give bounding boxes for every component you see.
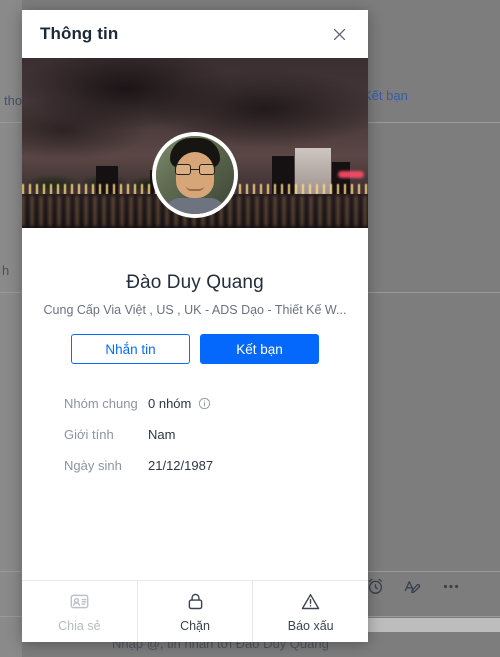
detail-label: Giới tính — [64, 427, 114, 442]
profile-avatar[interactable] — [152, 132, 238, 218]
share-button[interactable]: Chia sẻ — [22, 581, 137, 642]
block-label: Chặn — [180, 618, 210, 633]
cover-neon-sign — [338, 171, 364, 178]
identity-block: Đào Duy Quang Cung Cấp Via Việt , US , U… — [22, 228, 368, 364]
detail-row-gender: Giới tính Nam — [64, 419, 326, 450]
profile-name: Đào Duy Quang — [126, 272, 264, 293]
warning-triangle-icon — [300, 591, 321, 612]
detail-value: Nam — [148, 427, 176, 442]
message-button[interactable]: Nhắn tin — [71, 334, 190, 364]
profile-info-dialog: Thông tin Đào Duy Quang Cung Cấp Via Việ… — [22, 10, 368, 642]
avatar-image — [156, 136, 234, 214]
profile-details: Nhóm chung 0 nhóm Giới tính Nam Ngày sin… — [22, 388, 368, 481]
report-button[interactable]: Báo xấu — [252, 581, 368, 642]
report-label: Báo xấu — [287, 618, 334, 633]
add-friend-button[interactable]: Kết bạn — [200, 334, 319, 364]
share-label: Chia sẻ — [58, 618, 101, 633]
avatar-shoulders — [164, 198, 226, 214]
background-conversation-text-top: tho — [4, 93, 23, 108]
text-format-icon[interactable] — [403, 577, 422, 596]
avatar-smile — [186, 186, 204, 191]
dialog-header: Thông tin — [22, 10, 368, 58]
profile-actions: Nhắn tin Kết bạn — [38, 334, 352, 364]
more-options-icon[interactable] — [440, 577, 462, 596]
background-add-friend-link[interactable]: Kết bạn — [363, 88, 408, 103]
background-conversation-text-bottom: h — [2, 263, 10, 278]
detail-value: 0 nhóm — [148, 396, 192, 411]
dialog-title: Thông tin — [40, 24, 119, 43]
detail-label: Nhóm chung — [64, 396, 138, 411]
info-circle-icon[interactable] — [198, 397, 211, 410]
detail-label: Ngày sinh — [64, 458, 122, 473]
avatar-face — [176, 152, 214, 198]
dialog-spacer — [22, 481, 368, 580]
detail-value-wrap: 0 nhóm — [148, 396, 211, 411]
avatar-glasses — [175, 164, 215, 175]
contact-card-icon — [69, 591, 90, 612]
background-chat-toolbar — [366, 577, 462, 596]
profile-bio: Cung Cấp Via Việt , US , UK - ADS Dạo - … — [43, 303, 347, 317]
detail-row-birthday: Ngày sinh 21/12/1987 — [64, 450, 326, 481]
detail-value: 21/12/1987 — [148, 458, 214, 473]
close-icon[interactable] — [324, 19, 354, 49]
dialog-footer: Chia sẻ Chặn Báo xấu — [22, 580, 368, 642]
detail-row-common-groups: Nhóm chung 0 nhóm — [64, 388, 326, 419]
lock-icon — [185, 591, 206, 612]
alarm-icon[interactable] — [366, 577, 385, 596]
block-button[interactable]: Chặn — [136, 581, 253, 642]
